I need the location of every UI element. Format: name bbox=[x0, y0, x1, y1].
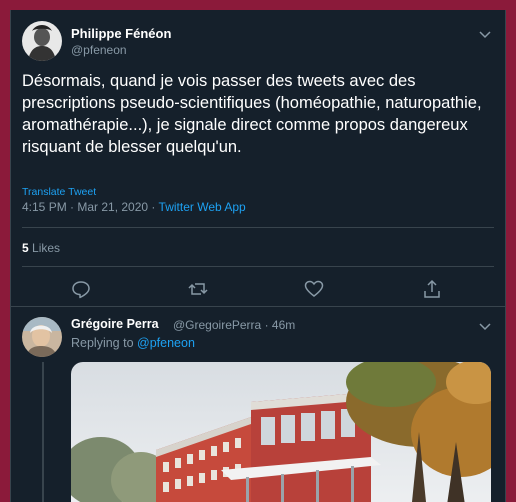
author-name[interactable]: Philippe Fénéon bbox=[71, 26, 171, 41]
reply-time[interactable]: 46m bbox=[272, 318, 295, 332]
retweet-icon[interactable] bbox=[187, 278, 209, 300]
translate-tweet-link[interactable]: Translate Tweet bbox=[22, 186, 96, 198]
thread-line bbox=[42, 362, 44, 502]
reply-author-name[interactable]: Grégoire Perra bbox=[71, 317, 159, 331]
avatar[interactable] bbox=[22, 21, 62, 61]
divider bbox=[22, 227, 494, 228]
reply-icon[interactable] bbox=[70, 278, 92, 300]
meta-dot: · bbox=[264, 318, 269, 332]
author-handle[interactable]: @pfeneon bbox=[71, 43, 127, 57]
chevron-down-icon[interactable] bbox=[477, 318, 493, 334]
likes-number: 5 bbox=[22, 241, 29, 255]
likes-label: Likes bbox=[32, 241, 61, 255]
meta-separator: · bbox=[148, 200, 159, 214]
tweet-meta: 4:15 PM · Mar 21, 2020 · Twitter Web App bbox=[22, 200, 246, 214]
action-bar bbox=[11, 278, 505, 302]
replying-to-label: Replying to bbox=[71, 336, 134, 350]
reply-meta: @GregoirePerra · 46m bbox=[173, 318, 295, 332]
divider bbox=[11, 306, 505, 307]
reply-author-handle[interactable]: @GregoirePerra bbox=[173, 318, 261, 332]
tweet-timestamp[interactable]: 4:15 PM · Mar 21, 2020 bbox=[22, 200, 148, 214]
tweet-text: Désormais, quand je vois passer des twee… bbox=[22, 72, 482, 156]
replying-to: Replying to @pfeneon bbox=[71, 336, 195, 350]
tweet-thread-panel: Philippe Fénéon @pfeneon Désormais, quan… bbox=[10, 10, 506, 502]
likes-count[interactable]: 5 Likes bbox=[22, 241, 60, 255]
divider bbox=[22, 266, 494, 267]
share-icon[interactable] bbox=[421, 278, 443, 300]
tweet-source[interactable]: Twitter Web App bbox=[159, 200, 246, 214]
reply-photo[interactable] bbox=[71, 362, 491, 502]
reply-avatar[interactable] bbox=[22, 317, 62, 357]
chevron-down-icon[interactable] bbox=[477, 26, 493, 42]
replying-to-mention[interactable]: @pfeneon bbox=[137, 336, 195, 350]
heart-icon[interactable] bbox=[303, 278, 325, 300]
